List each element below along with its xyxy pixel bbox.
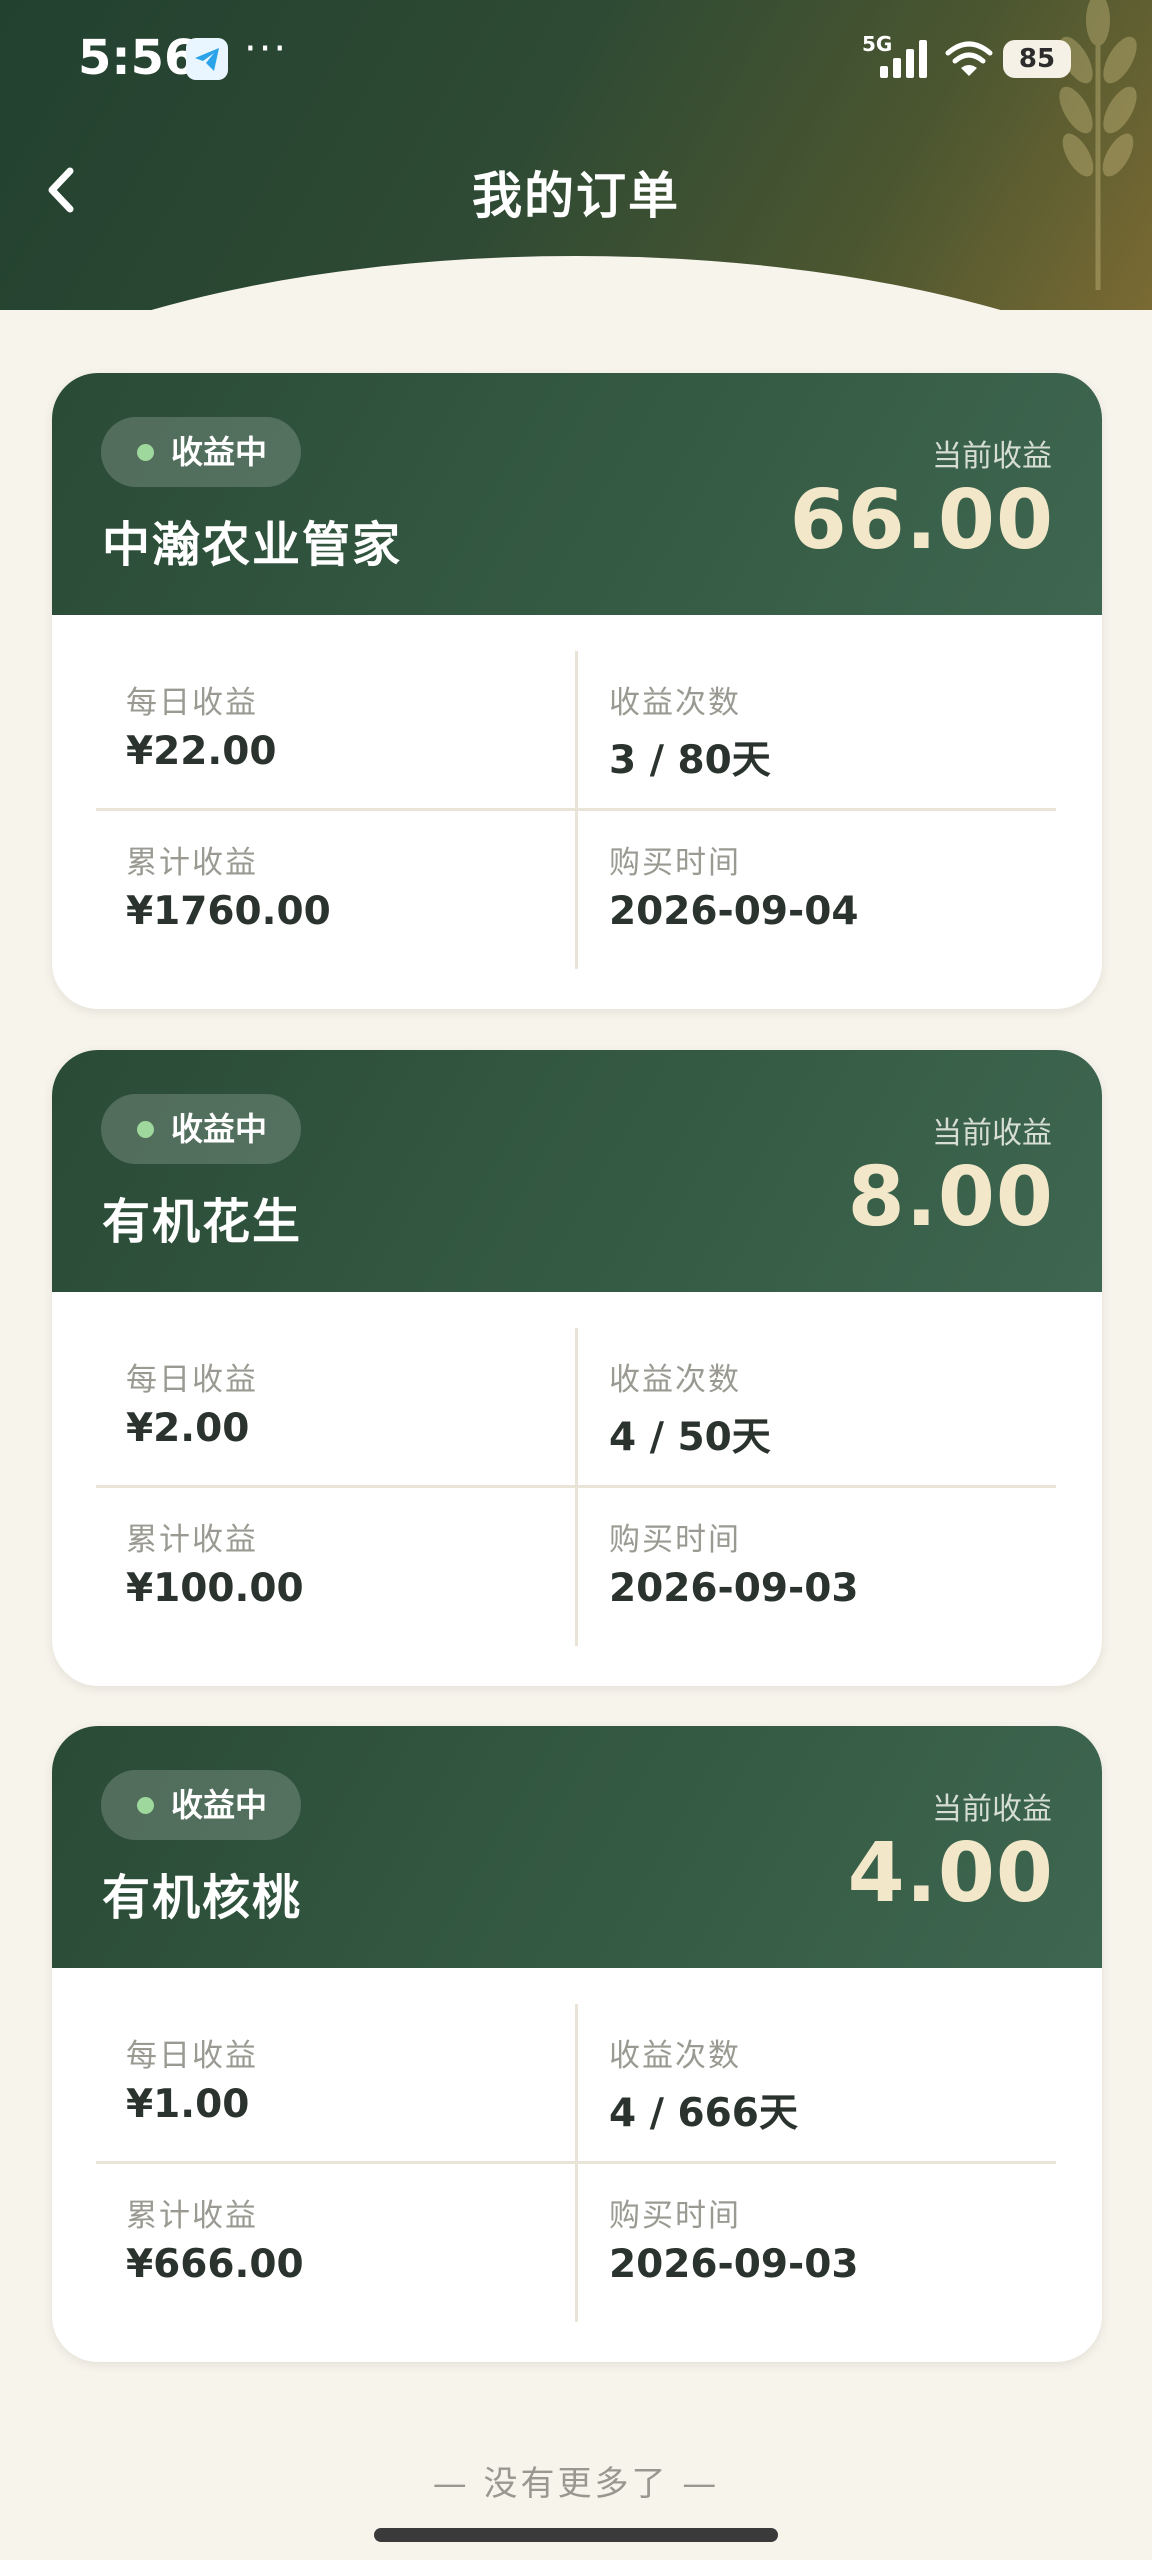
earnings-count-label: 收益次数 — [609, 2038, 741, 2074]
order-card-header: 收益中 有机核桃 当前收益 4.00 — [52, 1726, 1102, 1968]
signal-icon — [880, 40, 927, 78]
total-earnings-label: 累计收益 — [126, 1522, 258, 1558]
earnings-count-value: 4 / 50天 — [609, 1415, 771, 1460]
home-indicator[interactable] — [374, 2528, 778, 2542]
earnings-count-value: 3 / 80天 — [609, 738, 771, 783]
order-card-details: 每日收益 ¥1.00 收益次数 4 / 666天 累计收益 ¥666.00 购买… — [52, 1968, 1102, 2362]
status-badge: 收益中 — [101, 1094, 302, 1164]
header-curve — [0, 256, 1152, 310]
current-earnings-value: 4.00 — [847, 1826, 1054, 1921]
order-card-details: 每日收益 ¥2.00 收益次数 4 / 50天 累计收益 ¥100.00 购买时… — [52, 1292, 1102, 1686]
status-badge-label: 收益中 — [171, 433, 268, 471]
purchase-date-label: 购买时间 — [609, 1522, 741, 1558]
current-earnings-label: 当前收益 — [932, 1116, 1052, 1151]
order-card[interactable]: 收益中 中瀚农业管家 当前收益 66.00 每日收益 ¥22.00 收益次数 3… — [52, 373, 1102, 1009]
status-time: 5:56 — [78, 30, 198, 86]
status-badge-label: 收益中 — [171, 1110, 268, 1148]
wifi-icon — [945, 41, 993, 76]
order-card-details: 每日收益 ¥22.00 收益次数 3 / 80天 累计收益 ¥1760.00 购… — [52, 615, 1102, 1009]
daily-earnings-value: ¥1.00 — [126, 2082, 250, 2127]
order-card[interactable]: 收益中 有机核桃 当前收益 4.00 每日收益 ¥1.00 收益次数 4 / 6… — [52, 1726, 1102, 2362]
product-name: 中瀚农业管家 — [102, 517, 403, 573]
battery-indicator: 85 — [1003, 40, 1071, 78]
telegram-icon — [186, 38, 228, 80]
current-earnings-label: 当前收益 — [932, 439, 1052, 474]
total-earnings-value: ¥666.00 — [126, 2242, 304, 2287]
status-dot-icon — [137, 444, 154, 461]
more-notifications-icon: ··· — [244, 26, 289, 72]
order-card[interactable]: 收益中 有机花生 当前收益 8.00 每日收益 ¥2.00 收益次数 4 / 5… — [52, 1050, 1102, 1686]
status-bar: 5:56 ··· 5G 85 — [0, 0, 1152, 120]
purchase-date-value: 2026-09-03 — [609, 2242, 859, 2287]
purchase-date-label: 购买时间 — [609, 2198, 741, 2234]
status-badge: 收益中 — [101, 417, 302, 487]
total-earnings-label: 累计收益 — [126, 845, 258, 881]
current-earnings-value: 8.00 — [847, 1150, 1054, 1245]
earnings-count-label: 收益次数 — [609, 685, 741, 721]
page-title: 我的订单 — [472, 167, 680, 225]
current-earnings-label: 当前收益 — [932, 1792, 1052, 1827]
daily-earnings-value: ¥22.00 — [126, 729, 277, 774]
current-earnings-value: 66.00 — [789, 473, 1054, 568]
no-more-text: — 没有更多了 — — [432, 2464, 720, 2504]
daily-earnings-label: 每日收益 — [126, 685, 258, 721]
purchase-date-value: 2026-09-04 — [609, 889, 859, 934]
total-earnings-value: ¥1760.00 — [126, 889, 331, 934]
earnings-count-value: 4 / 666天 — [609, 2091, 798, 2136]
product-name: 有机花生 — [102, 1194, 303, 1250]
status-dot-icon — [137, 1121, 154, 1138]
status-dot-icon — [137, 1797, 154, 1814]
order-card-header: 收益中 中瀚农业管家 当前收益 66.00 — [52, 373, 1102, 615]
earnings-count-label: 收益次数 — [609, 1362, 741, 1398]
purchase-date-value: 2026-09-03 — [609, 1566, 859, 1611]
divider-horizontal — [96, 1485, 1056, 1488]
purchase-date-label: 购买时间 — [609, 845, 741, 881]
total-earnings-value: ¥100.00 — [126, 1566, 304, 1611]
product-name: 有机核桃 — [102, 1870, 303, 1926]
divider-horizontal — [96, 808, 1056, 811]
daily-earnings-value: ¥2.00 — [126, 1406, 250, 1451]
total-earnings-label: 累计收益 — [126, 2198, 258, 2234]
divider-horizontal — [96, 2161, 1056, 2164]
status-badge: 收益中 — [101, 1770, 302, 1840]
status-badge-label: 收益中 — [171, 1786, 268, 1824]
daily-earnings-label: 每日收益 — [126, 2038, 258, 2074]
daily-earnings-label: 每日收益 — [126, 1362, 258, 1398]
order-card-header: 收益中 有机花生 当前收益 8.00 — [52, 1050, 1102, 1292]
